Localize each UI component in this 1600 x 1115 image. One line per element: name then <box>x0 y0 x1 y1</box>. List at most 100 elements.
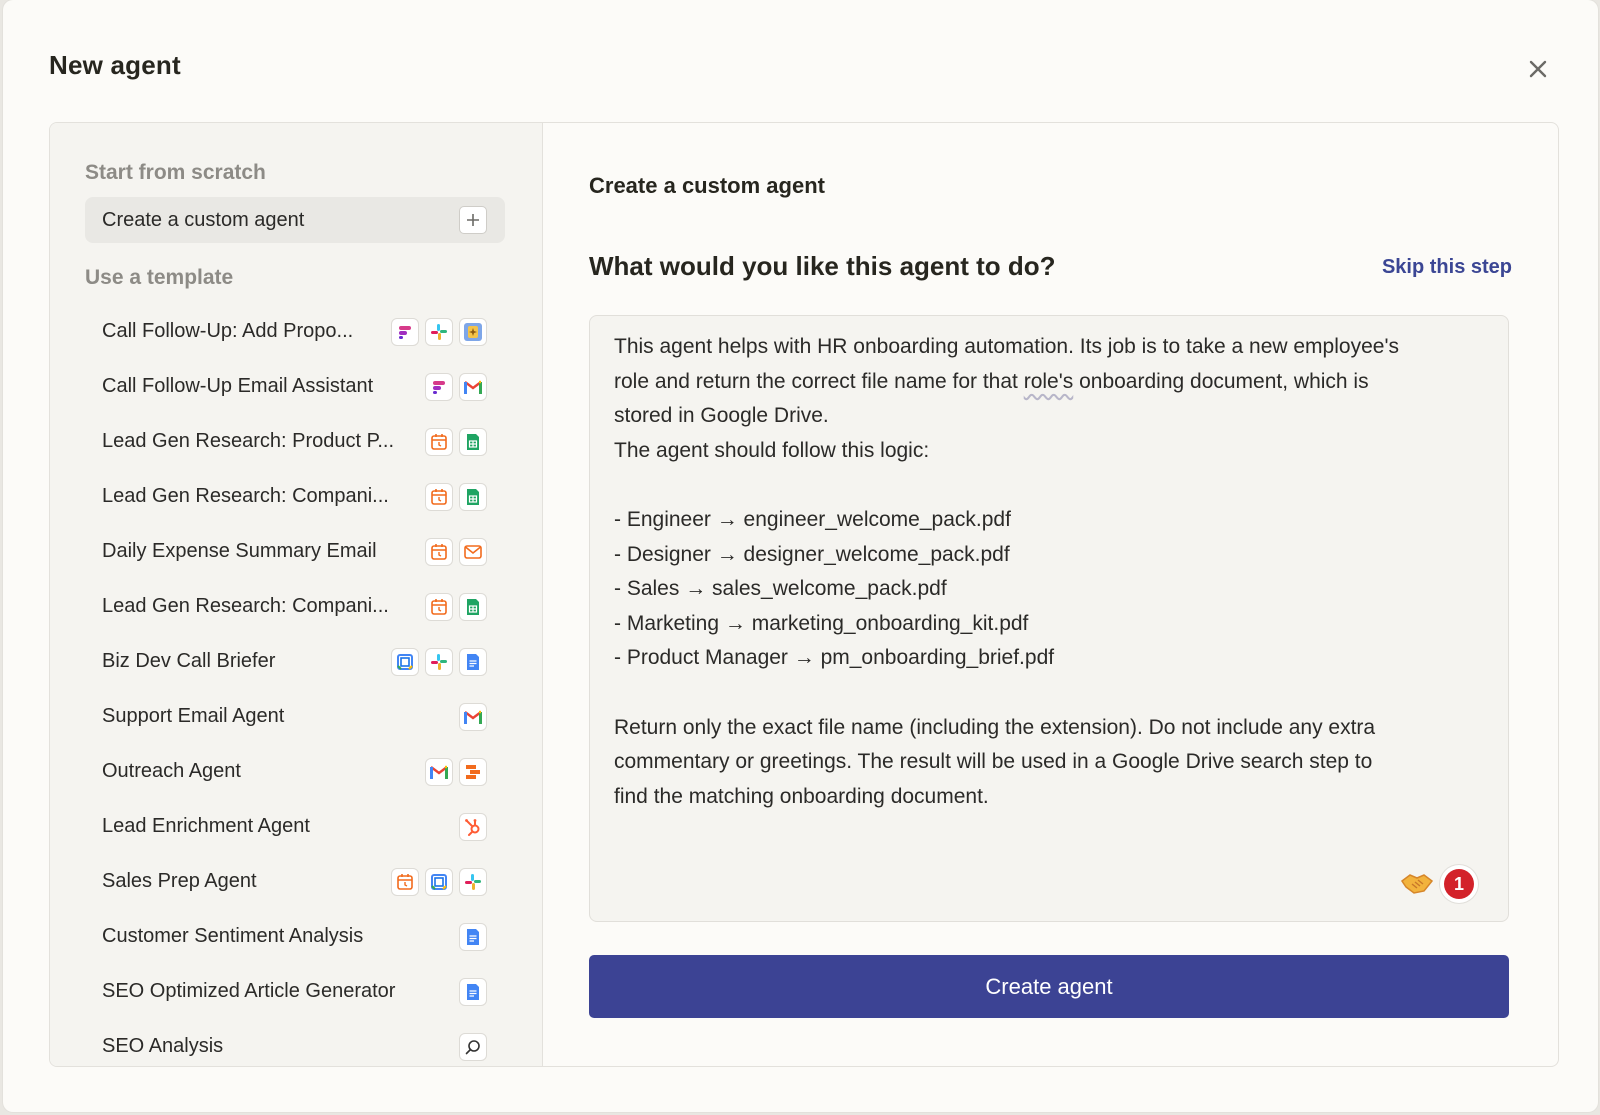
prompt-line: Return only the exact file name (includi… <box>614 715 1376 739</box>
schedule-icon <box>391 867 419 896</box>
template-item[interactable]: Lead Gen Research: Compani... <box>85 579 505 634</box>
fathom-icon <box>425 372 453 401</box>
template-name: Call Follow-Up: Add Propo... <box>102 320 354 342</box>
create-custom-agent-label: Create a custom agent <box>102 208 305 231</box>
prompt-line: - Marketing → marketing_onboarding_kit.p… <box>614 611 1029 635</box>
schedule-icon <box>425 427 453 456</box>
gmail-icon <box>459 702 487 731</box>
schedule-icon <box>425 592 453 621</box>
template-app-icons <box>425 592 487 621</box>
template-app-icons <box>459 702 487 731</box>
template-name: Lead Gen Research: Compani... <box>102 485 389 507</box>
email-icon <box>459 537 487 566</box>
prompt-text: role and return the correct file name fo… <box>614 369 1024 393</box>
template-item[interactable]: Lead Gen Research: Compani... <box>85 469 505 524</box>
template-item[interactable]: Biz Dev Call Briefer <box>85 634 505 689</box>
create-agent-button[interactable]: Create agent <box>589 955 1509 1018</box>
hubspot-icon <box>459 812 487 841</box>
form-heading: Create a custom agent <box>589 173 825 198</box>
docs-icon <box>459 647 487 676</box>
template-list: Call Follow-Up: Add Propo... Call Follow-… <box>85 304 505 1066</box>
template-app-icons <box>425 537 487 566</box>
template-app-icons <box>459 812 487 841</box>
template-app-icons <box>391 647 487 676</box>
fathom-icon <box>391 317 419 346</box>
template-app-icons <box>459 922 487 951</box>
calendar-icon <box>391 647 419 676</box>
prompt-line: This agent helps with HR onboarding auto… <box>614 335 1399 358</box>
notification-badge[interactable]: 1 <box>1440 865 1478 903</box>
template-sidebar: Start from scratch Create a custom agent… <box>50 123 543 1066</box>
new-agent-modal: New agent Start from scratch Create a cu… <box>3 0 1598 1112</box>
schedule-icon <box>425 482 453 511</box>
custom-agent-form: Create a custom agent What would you lik… <box>543 123 1558 1066</box>
prompt-line: - Product Manager → pm_onboarding_brief.… <box>614 646 1055 670</box>
template-name: Call Follow-Up Email Assistant <box>102 375 374 397</box>
calendar-icon <box>425 867 453 896</box>
template-app-icons <box>425 372 487 401</box>
template-name: Biz Dev Call Briefer <box>102 650 276 672</box>
formatter-icon <box>459 757 487 786</box>
prompt-line: commentary or greetings. The result will… <box>614 750 1373 774</box>
schedule-icon <box>425 537 453 566</box>
handshake-icon[interactable] <box>1400 869 1434 899</box>
modal-title: New agent <box>49 50 181 80</box>
prompt-line: find the matching onboarding document. <box>614 784 989 808</box>
template-app-icons <box>391 867 487 896</box>
template-name: SEO Analysis <box>102 1035 224 1057</box>
template-item[interactable]: Daily Expense Summary Email <box>85 524 505 579</box>
start-from-scratch-label: Start from scratch <box>85 161 266 184</box>
gmail-icon <box>425 757 453 786</box>
docs-icon <box>459 922 487 951</box>
prompt-line: stored in Google Drive. <box>614 404 829 428</box>
create-custom-agent-item[interactable]: Create a custom agent <box>85 197 505 243</box>
agent-question: What would you like this agent to do? <box>589 251 1056 281</box>
template-app-icons <box>425 757 487 786</box>
sheets-icon <box>459 482 487 511</box>
prompt-line: - Sales → sales_welcome_pack.pdf <box>614 577 947 601</box>
search-icon <box>459 1032 487 1061</box>
gmail-icon <box>459 372 487 401</box>
sheets-icon <box>459 427 487 456</box>
use-template-label: Use a template <box>85 266 234 289</box>
skip-step-link[interactable]: Skip this step <box>1382 256 1512 279</box>
docs-icon <box>459 977 487 1006</box>
template-item[interactable]: Call Follow-Up Email Assistant <box>85 359 505 414</box>
plus-icon <box>459 206 487 234</box>
slack-icon <box>425 647 453 676</box>
template-app-icons <box>459 977 487 1006</box>
template-item[interactable]: Lead Gen Research: Product P... <box>85 414 505 469</box>
close-icon <box>1529 60 1547 78</box>
template-item[interactable]: Customer Sentiment Analysis <box>85 909 505 964</box>
prompt-line: The agent should follow this logic: <box>614 438 930 462</box>
template-item[interactable]: Lead Enrichment Agent <box>85 799 505 854</box>
ai-sparkle-icon <box>459 317 487 346</box>
spellcheck-word: role's <box>1023 369 1074 393</box>
template-item[interactable]: SEO Optimized Article Generator <box>85 964 505 1019</box>
prompt-line <box>614 468 1484 503</box>
template-item[interactable]: Sales Prep Agent <box>85 854 505 909</box>
template-app-icons <box>425 427 487 456</box>
template-name: Lead Enrichment Agent <box>102 815 310 837</box>
agent-setup-panel: Start from scratch Create a custom agent… <box>49 122 1559 1067</box>
template-name: Sales Prep Agent <box>102 870 257 892</box>
slack-icon <box>459 867 487 896</box>
sheets-icon <box>459 592 487 621</box>
agent-instructions-input[interactable]: This agent helps with HR onboarding auto… <box>589 315 1509 922</box>
template-name: Outreach Agent <box>102 760 241 782</box>
template-item[interactable]: Outreach Agent <box>85 744 505 799</box>
template-item[interactable]: SEO Analysis <box>85 1019 505 1066</box>
extension-badges: 1 <box>1400 865 1478 903</box>
prompt-line: role and return the correct file name fo… <box>614 365 1484 400</box>
template-name: Support Email Agent <box>102 705 285 727</box>
close-button[interactable] <box>1521 52 1555 86</box>
template-app-icons <box>391 317 487 346</box>
template-name: Lead Gen Research: Product P... <box>102 430 395 452</box>
prompt-line: - Engineer → engineer_welcome_pack.pdf <box>614 507 1011 531</box>
template-name: SEO Optimized Article Generator <box>102 980 396 1002</box>
template-name: Lead Gen Research: Compani... <box>102 595 389 617</box>
template-name: Daily Expense Summary Email <box>102 540 377 562</box>
template-item[interactable]: Support Email Agent <box>85 689 505 744</box>
template-item[interactable]: Call Follow-Up: Add Propo... <box>85 304 505 359</box>
template-name: Customer Sentiment Analysis <box>102 925 364 947</box>
